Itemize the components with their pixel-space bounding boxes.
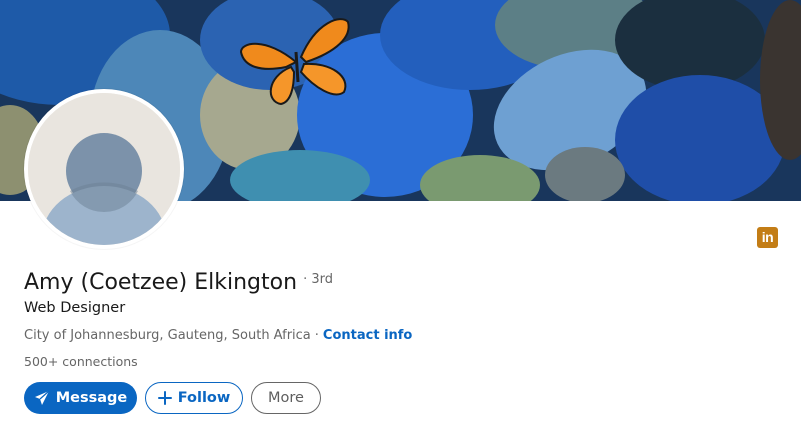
location-separator: · <box>314 328 319 343</box>
default-person-icon <box>28 93 180 245</box>
plus-icon <box>157 391 172 405</box>
contact-info-link[interactable]: Contact info <box>323 328 412 343</box>
connection-degree: · 3rd <box>303 272 333 287</box>
follow-button-label: Follow <box>177 390 231 406</box>
paper-plane-icon <box>34 390 50 405</box>
location-row: City of Johannesburg, Gauteng, South Afr… <box>24 328 412 343</box>
profile-headline: Web Designer <box>24 300 126 316</box>
more-button-label: More <box>268 390 304 406</box>
profile-card: in Amy (Coetzee) Elkington · 3rd Web Des… <box>0 0 801 437</box>
message-button-label: Message <box>55 390 128 406</box>
avatar[interactable] <box>28 93 180 245</box>
follow-button[interactable]: Follow <box>145 382 243 414</box>
more-button[interactable]: More <box>251 382 321 414</box>
connections-count[interactable]: 500+ connections <box>24 354 138 369</box>
profile-location: City of Johannesburg, Gauteng, South Afr… <box>24 328 311 343</box>
message-button[interactable]: Message <box>24 382 137 414</box>
linkedin-icon[interactable]: in <box>757 227 778 248</box>
profile-photo-frame[interactable] <box>24 89 184 249</box>
profile-name: Amy (Coetzee) Elkington <box>24 270 298 295</box>
name-row: Amy (Coetzee) Elkington · 3rd <box>24 270 333 295</box>
